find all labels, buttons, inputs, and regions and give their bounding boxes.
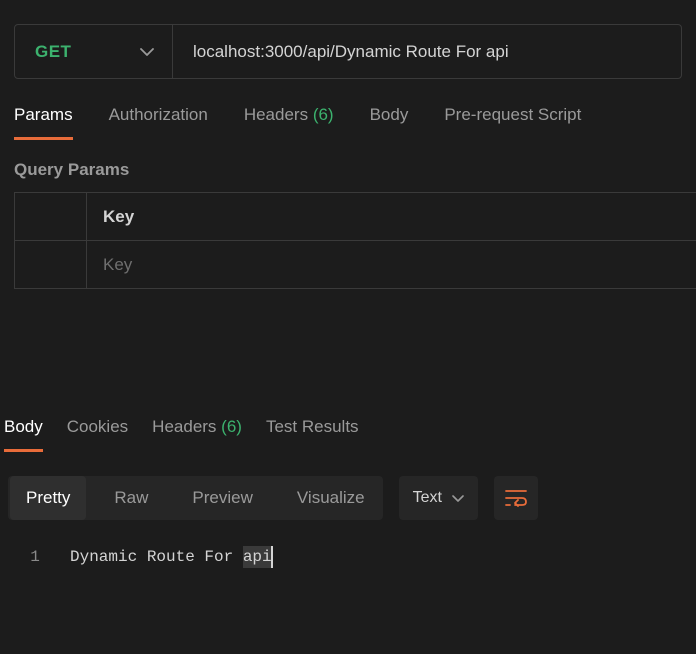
response-tab-cookies[interactable]: Cookies: [67, 417, 128, 449]
query-params-heading: Query Params: [0, 140, 696, 192]
tab-label: Params: [14, 105, 73, 124]
url-input[interactable]: [173, 25, 681, 78]
key-header-cell: Key: [87, 193, 696, 241]
tab-authorization[interactable]: Authorization: [109, 105, 208, 140]
view-pretty[interactable]: Pretty: [10, 476, 86, 520]
tab-prerequest[interactable]: Pre-request Script: [444, 105, 581, 140]
line-number: 1: [0, 546, 70, 568]
chevron-down-icon: [452, 489, 464, 507]
viewer-toolbar: Pretty Raw Preview Visualize Text: [8, 476, 696, 520]
response-tab-body[interactable]: Body: [4, 417, 43, 452]
view-preview[interactable]: Preview: [192, 488, 252, 508]
text-caret: [271, 546, 273, 568]
tab-body[interactable]: Body: [370, 105, 409, 140]
selected-text: api: [243, 546, 272, 568]
tab-headers[interactable]: Headers (6): [244, 105, 334, 140]
tab-label: Cookies: [67, 417, 128, 436]
tab-label: Headers: [152, 417, 216, 436]
wrap-lines-button[interactable]: [494, 476, 538, 520]
view-mode-group: Pretty Raw Preview Visualize: [8, 476, 383, 520]
code-text: Dynamic Route For: [70, 548, 243, 566]
tab-params[interactable]: Params: [14, 105, 73, 140]
checkbox-header-cell: [15, 193, 87, 241]
request-tabs: Params Authorization Headers (6) Body Pr…: [0, 79, 696, 140]
query-params-table: Key Key: [14, 192, 696, 289]
format-label: Text: [413, 489, 442, 507]
tab-label: Authorization: [109, 105, 208, 124]
response-code-view: 1 Dynamic Route For api: [0, 546, 696, 568]
table-row: Key: [15, 241, 696, 289]
view-label: Preview: [192, 488, 252, 507]
view-label: Visualize: [297, 488, 365, 507]
code-line[interactable]: Dynamic Route For api: [70, 546, 272, 568]
response-tab-headers[interactable]: Headers (6): [152, 417, 242, 449]
tab-label: Headers: [244, 105, 308, 124]
method-selector[interactable]: GET: [15, 25, 173, 78]
view-label: Pretty: [26, 488, 70, 507]
format-selector[interactable]: Text: [399, 476, 478, 520]
tab-count: (6): [313, 105, 334, 124]
view-visualize[interactable]: Visualize: [297, 488, 365, 508]
http-method-label: GET: [35, 42, 71, 62]
checkbox-cell[interactable]: [15, 241, 87, 289]
tab-count: (6): [221, 417, 242, 436]
view-raw[interactable]: Raw: [114, 488, 148, 508]
tab-label: Pre-request Script: [444, 105, 581, 124]
response-tabs: Body Cookies Headers (6) Test Results: [0, 417, 696, 452]
key-placeholder: Key: [103, 255, 132, 274]
tab-label: Body: [370, 105, 409, 124]
tab-label: Body: [4, 417, 43, 436]
view-label: Raw: [114, 488, 148, 507]
response-tab-testresults[interactable]: Test Results: [266, 417, 359, 449]
key-cell[interactable]: Key: [87, 241, 696, 289]
wrap-icon: [505, 489, 527, 507]
tab-label: Test Results: [266, 417, 359, 436]
chevron-down-icon: [140, 43, 154, 61]
table-header-row: Key: [15, 193, 696, 241]
